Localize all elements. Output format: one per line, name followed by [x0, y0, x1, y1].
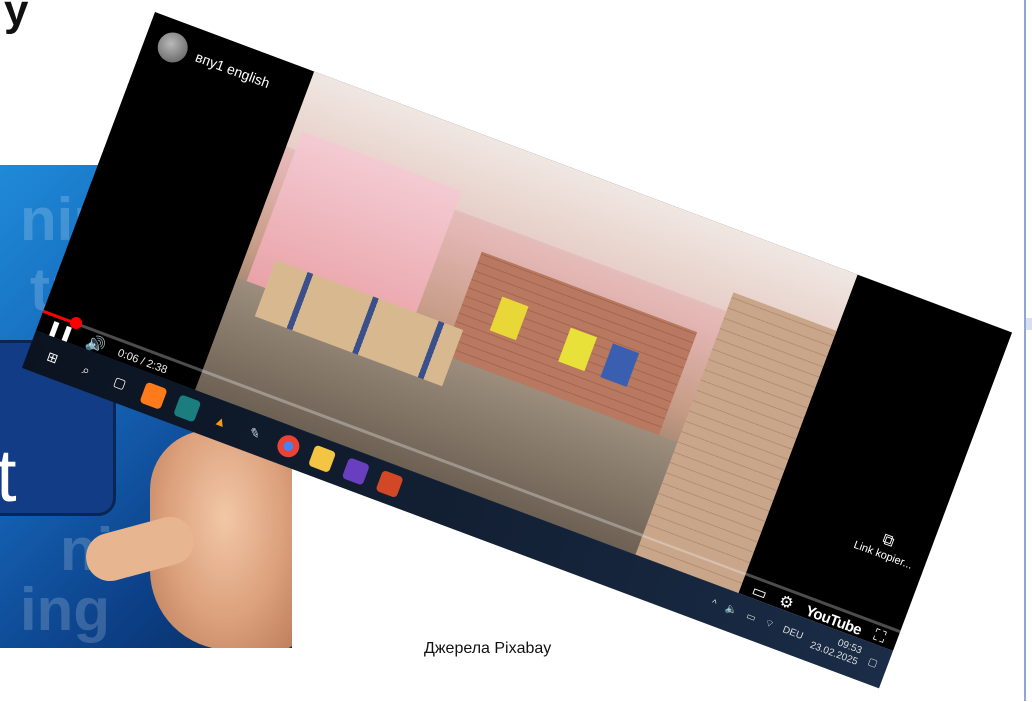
heading-fragment: y: [4, 0, 29, 35]
vlc-icon[interactable]: ▲: [207, 407, 235, 435]
powerpoint-icon[interactable]: [375, 469, 404, 499]
chevron-up-icon[interactable]: ^: [710, 597, 718, 609]
copy-link-button[interactable]: ⧉ Link kopier...: [852, 522, 920, 572]
language-indicator[interactable]: DEU: [781, 624, 805, 642]
network-icon[interactable]: ⌔: [763, 616, 776, 631]
watermark-text: ing: [20, 576, 110, 643]
paint-icon[interactable]: ✎: [241, 419, 269, 447]
channel-name[interactable]: впу1 english: [193, 49, 272, 91]
channel-info[interactable]: впу1 english: [153, 28, 274, 97]
firefox-icon[interactable]: [139, 381, 168, 410]
chrome-icon[interactable]: [274, 432, 303, 461]
windows-start-icon[interactable]: ⊞: [38, 344, 66, 372]
page-border-line: [1024, 0, 1026, 701]
battery-icon[interactable]: ▭: [745, 610, 758, 624]
image-caption: Джерела Pixabay: [424, 640, 552, 657]
page-border-mark: [1026, 318, 1032, 330]
puzzle-letter: t: [0, 434, 17, 517]
channel-avatar[interactable]: [153, 28, 193, 67]
notification-icon[interactable]: ▢: [867, 656, 880, 670]
task-view-icon[interactable]: ▢: [106, 369, 134, 397]
speaker-icon[interactable]: 🔈: [724, 602, 740, 617]
search-icon[interactable]: ⌕: [72, 356, 100, 384]
app-icon[interactable]: [173, 394, 202, 423]
app-icon-2[interactable]: [341, 457, 370, 486]
file-explorer-icon[interactable]: [307, 444, 337, 473]
